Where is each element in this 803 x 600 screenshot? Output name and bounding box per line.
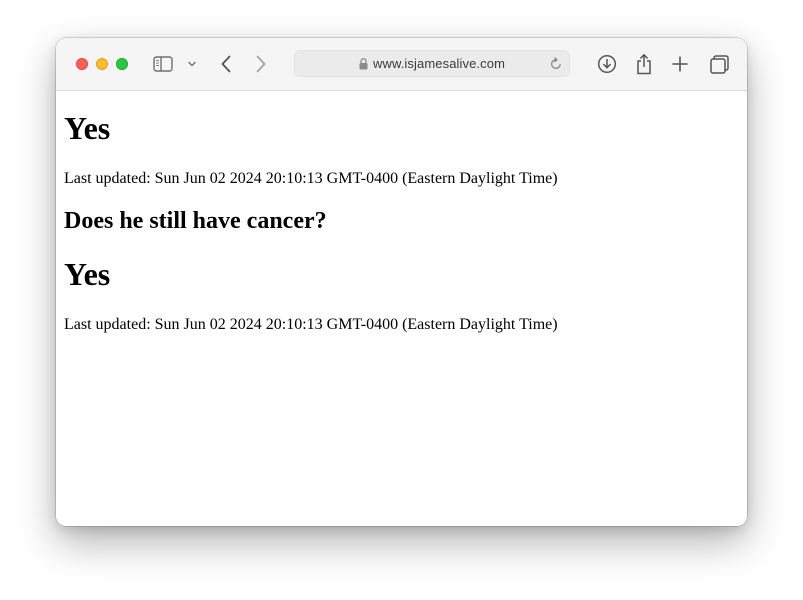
download-icon <box>597 54 617 74</box>
address-bar[interactable]: www.isjamesalive.com <box>294 50 570 77</box>
cancer-answer-heading: Yes <box>64 256 111 292</box>
last-updated-text-2: Last updated: Sun Jun 02 2024 20:10:13 G… <box>64 316 558 333</box>
sidebar-menu-button[interactable] <box>187 59 197 69</box>
url-text: www.isjamesalive.com <box>372 56 506 71</box>
reload-icon[interactable] <box>549 57 563 76</box>
forward-button[interactable] <box>252 54 270 74</box>
browser-toolbar: www.isjamesalive.com <box>56 38 747 91</box>
close-window-button[interactable] <box>76 58 88 70</box>
last-updated-text: Last updated: Sun Jun 02 2024 20:10:13 G… <box>64 170 558 187</box>
sidebar-icon <box>153 56 173 72</box>
tab-overview-button[interactable] <box>708 53 730 75</box>
cancer-question-heading: Does he still have cancer? <box>64 208 327 234</box>
alive-answer-heading: Yes <box>64 110 111 146</box>
share-button[interactable] <box>634 52 654 76</box>
chevron-down-icon <box>188 61 196 67</box>
downloads-button[interactable] <box>596 53 618 75</box>
lock-icon <box>359 57 368 70</box>
share-icon <box>637 54 651 75</box>
back-arrow-icon <box>221 55 231 73</box>
tab-overview-icon <box>709 54 729 74</box>
new-tab-button[interactable] <box>670 54 690 74</box>
browser-window: www.isjamesalive.com Yes Last updated: S… <box>56 38 747 526</box>
back-button[interactable] <box>217 54 235 74</box>
page-content: Yes Last updated: Sun Jun 02 2024 20:10:… <box>56 91 747 526</box>
maximize-window-button[interactable] <box>116 58 128 70</box>
plus-icon <box>672 56 688 72</box>
sidebar-toggle-button[interactable] <box>152 54 174 74</box>
forward-arrow-icon <box>256 55 266 73</box>
minimize-window-button[interactable] <box>96 58 108 70</box>
